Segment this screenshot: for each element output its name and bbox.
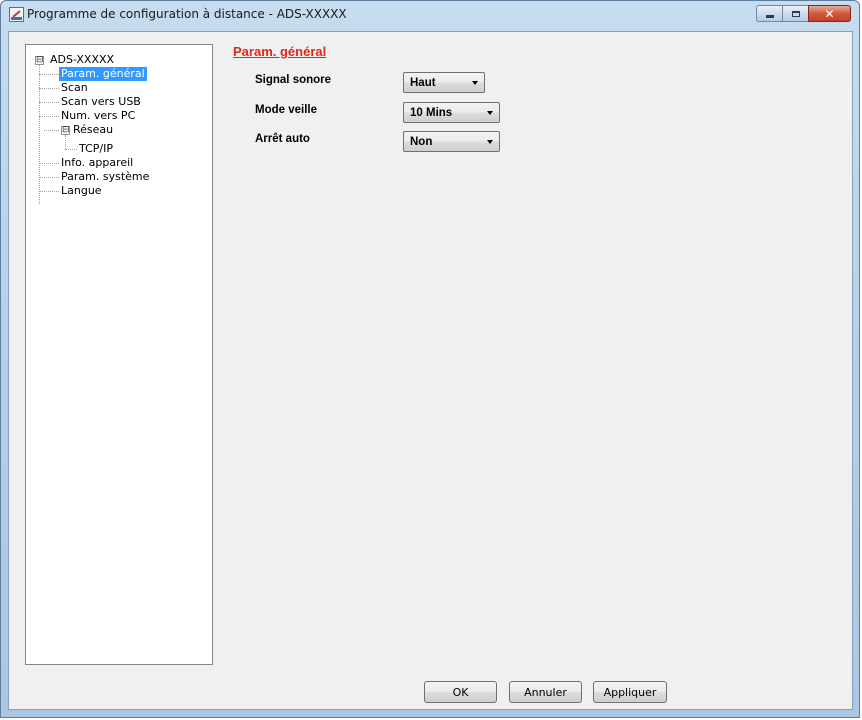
tree-connector [39, 163, 59, 164]
window-title: Programme de configuration à distance - … [27, 7, 347, 21]
tree-connector [39, 74, 59, 75]
collapse-icon[interactable]: ⊟ [61, 126, 70, 135]
mode-veille-select[interactable]: 10 Mins [403, 102, 500, 123]
tree-item-label: TCP/IP [79, 142, 113, 155]
mode-veille-label: Mode veille [255, 104, 317, 116]
tree-item-label: Info. appareil [61, 156, 134, 169]
caption-buttons: ✕ [756, 5, 851, 22]
chevron-down-icon [472, 81, 478, 85]
minimize-icon [765, 15, 774, 18]
tree-connector [39, 102, 59, 103]
navigation-tree[interactable]: ⊟ ADS-XXXXX Param. général Scan Scan ver… [25, 44, 213, 665]
arret-auto-select[interactable]: Non [403, 131, 500, 152]
tree-item-label: Param. général [59, 67, 147, 81]
apply-button[interactable]: Appliquer [593, 681, 667, 703]
tree-item-label: Langue [61, 184, 102, 197]
tree-item-label: Param. système [61, 170, 150, 183]
close-icon: ✕ [824, 6, 835, 21]
close-button[interactable]: ✕ [808, 5, 851, 22]
tree-item-label: Scan vers USB [61, 95, 141, 108]
tree-connector [39, 116, 59, 117]
chevron-down-icon [487, 111, 493, 115]
chevron-down-icon [487, 140, 493, 144]
tree-item-label: Num. vers PC [61, 109, 136, 122]
tree-connector [39, 61, 40, 204]
tree-connector [39, 191, 59, 192]
collapse-icon[interactable]: ⊟ [35, 56, 44, 65]
tree-item-label: Réseau [73, 123, 114, 136]
tree-connector [44, 130, 59, 131]
section-title: Param. général [233, 44, 327, 59]
tree-connector [65, 135, 66, 149]
app-icon[interactable] [9, 7, 24, 22]
tree-item-label: Scan [61, 81, 88, 94]
tree-connector [39, 88, 59, 89]
arret-auto-label: Arrêt auto [255, 133, 310, 145]
select-value: Haut [410, 77, 436, 89]
tree-connector [39, 177, 59, 178]
minimize-button[interactable] [756, 5, 782, 22]
tree-connector [65, 149, 77, 150]
app-window: Programme de configuration à distance - … [0, 0, 860, 718]
maximize-button[interactable] [782, 5, 808, 22]
select-value: Non [410, 136, 433, 148]
signal-sonore-label: Signal sonore [255, 74, 332, 86]
client-area: ⊟ ADS-XXXXX Param. général Scan Scan ver… [8, 31, 853, 710]
maximize-icon [791, 10, 800, 17]
cancel-button[interactable]: Annuler [509, 681, 582, 703]
select-value: 10 Mins [410, 107, 453, 119]
signal-sonore-select[interactable]: Haut [403, 72, 485, 93]
title-bar[interactable]: Programme de configuration à distance - … [1, 1, 859, 27]
ok-button[interactable]: OK [424, 681, 497, 703]
tree-item-label: ADS-XXXXX [50, 53, 115, 66]
